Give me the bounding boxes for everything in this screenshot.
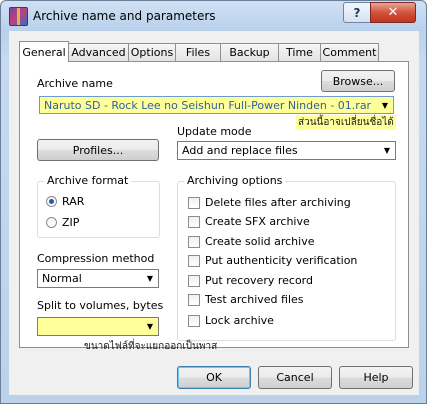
winrar-app-icon	[9, 7, 28, 26]
option-label: Create SFX archive	[205, 215, 310, 228]
option-label: Delete files after archiving	[205, 196, 351, 209]
update-mode-label: Update mode	[177, 125, 252, 138]
archive-name-value: Naruto SD - Rock Lee no Seishun Full-Pow…	[44, 98, 372, 112]
archive-format-title: Archive format	[44, 174, 132, 187]
tab-backup[interactable]: Backup	[220, 43, 279, 61]
option-label: Create solid archive	[205, 235, 315, 248]
checkbox[interactable]	[188, 215, 200, 228]
option-lock-archive[interactable]: Lock archive	[188, 314, 274, 327]
option-label: Lock archive	[205, 314, 274, 327]
split-volumes-label: Split to volumes, bytes	[37, 299, 164, 312]
radio-zip[interactable]: ZIP	[46, 216, 79, 229]
update-mode-value: Add and replace files	[182, 144, 298, 157]
archive-name-combo[interactable]: Naruto SD - Rock Lee no Seishun Full-Pow…	[39, 96, 394, 114]
compression-method-value: Normal	[42, 272, 82, 285]
archiving-options-title: Archiving options	[184, 174, 286, 187]
help-button[interactable]: Help	[339, 366, 413, 389]
radio-rar[interactable]: RAR	[46, 195, 84, 208]
radio-rar-indicator[interactable]	[46, 196, 57, 207]
window-title: Archive name and parameters	[33, 9, 216, 23]
chevron-down-icon[interactable]: ▼	[142, 318, 158, 335]
option-test-archived[interactable]: Test archived files	[188, 293, 304, 306]
tab-files[interactable]: Files	[175, 43, 221, 61]
update-mode-select[interactable]: Add and replace files ▼	[177, 141, 396, 160]
radio-zip-label: ZIP	[62, 216, 80, 229]
cancel-button[interactable]: Cancel	[258, 366, 332, 389]
browse-button[interactable]: Browse...	[321, 70, 395, 92]
tab-options[interactable]: Options	[128, 43, 176, 61]
checkbox[interactable]	[188, 293, 200, 306]
checkbox[interactable]	[188, 314, 200, 327]
profiles-button[interactable]: Profiles...	[37, 139, 159, 161]
title-bar[interactable]: Archive name and parameters ? ✕	[1, 1, 426, 31]
ok-button[interactable]: OK	[177, 366, 251, 389]
tab-time[interactable]: Time	[278, 43, 321, 61]
split-volumes-combo[interactable]: ▼	[37, 317, 159, 336]
split-volumes-annotation: ขนาดไฟล์ที่จะแยกออกเป็นพาส	[84, 341, 218, 352]
option-label: Put authenticity verification	[205, 254, 358, 267]
general-tab-panel: Archive name Browse... Naruto SD - Rock …	[19, 61, 409, 352]
dialog-client-area: General Advanced Options Files Backup Ti…	[9, 31, 419, 395]
radio-rar-label: RAR	[62, 195, 85, 208]
chevron-down-icon[interactable]: ▼	[379, 142, 395, 159]
chevron-down-icon[interactable]: ▼	[142, 270, 158, 287]
archive-name-annotation: ส่วนนี้อาจเปลี่ยนชื่อได้	[296, 115, 396, 130]
archiving-options-group: Archiving options Delete files after arc…	[177, 174, 396, 341]
option-create-sfx[interactable]: Create SFX archive	[188, 215, 310, 228]
option-label: Put recovery record	[205, 274, 313, 287]
compression-method-label: Compression method	[37, 252, 155, 265]
option-delete-files[interactable]: Delete files after archiving	[188, 196, 351, 209]
close-icon[interactable]: ✕	[370, 2, 416, 23]
checkbox[interactable]	[188, 254, 200, 267]
chevron-down-icon[interactable]: ▼	[377, 97, 393, 113]
archive-name-label: Archive name	[37, 77, 113, 90]
help-title-button[interactable]: ?	[343, 2, 371, 23]
option-recovery-record[interactable]: Put recovery record	[188, 274, 313, 287]
compression-method-select[interactable]: Normal ▼	[37, 269, 159, 288]
option-label: Test archived files	[205, 293, 304, 306]
tab-advanced[interactable]: Advanced	[68, 43, 129, 61]
tab-general[interactable]: General	[19, 41, 69, 62]
option-create-solid[interactable]: Create solid archive	[188, 235, 314, 248]
checkbox[interactable]	[188, 235, 200, 248]
radio-zip-indicator[interactable]	[46, 217, 57, 228]
tab-comment[interactable]: Comment	[320, 43, 379, 61]
archive-format-group: Archive format RAR ZIP	[37, 174, 160, 238]
dialog-window: Archive name and parameters ? ✕ General …	[0, 0, 427, 404]
checkbox[interactable]	[188, 274, 200, 287]
option-authenticity[interactable]: Put authenticity verification	[188, 254, 357, 267]
checkbox[interactable]	[188, 196, 200, 209]
